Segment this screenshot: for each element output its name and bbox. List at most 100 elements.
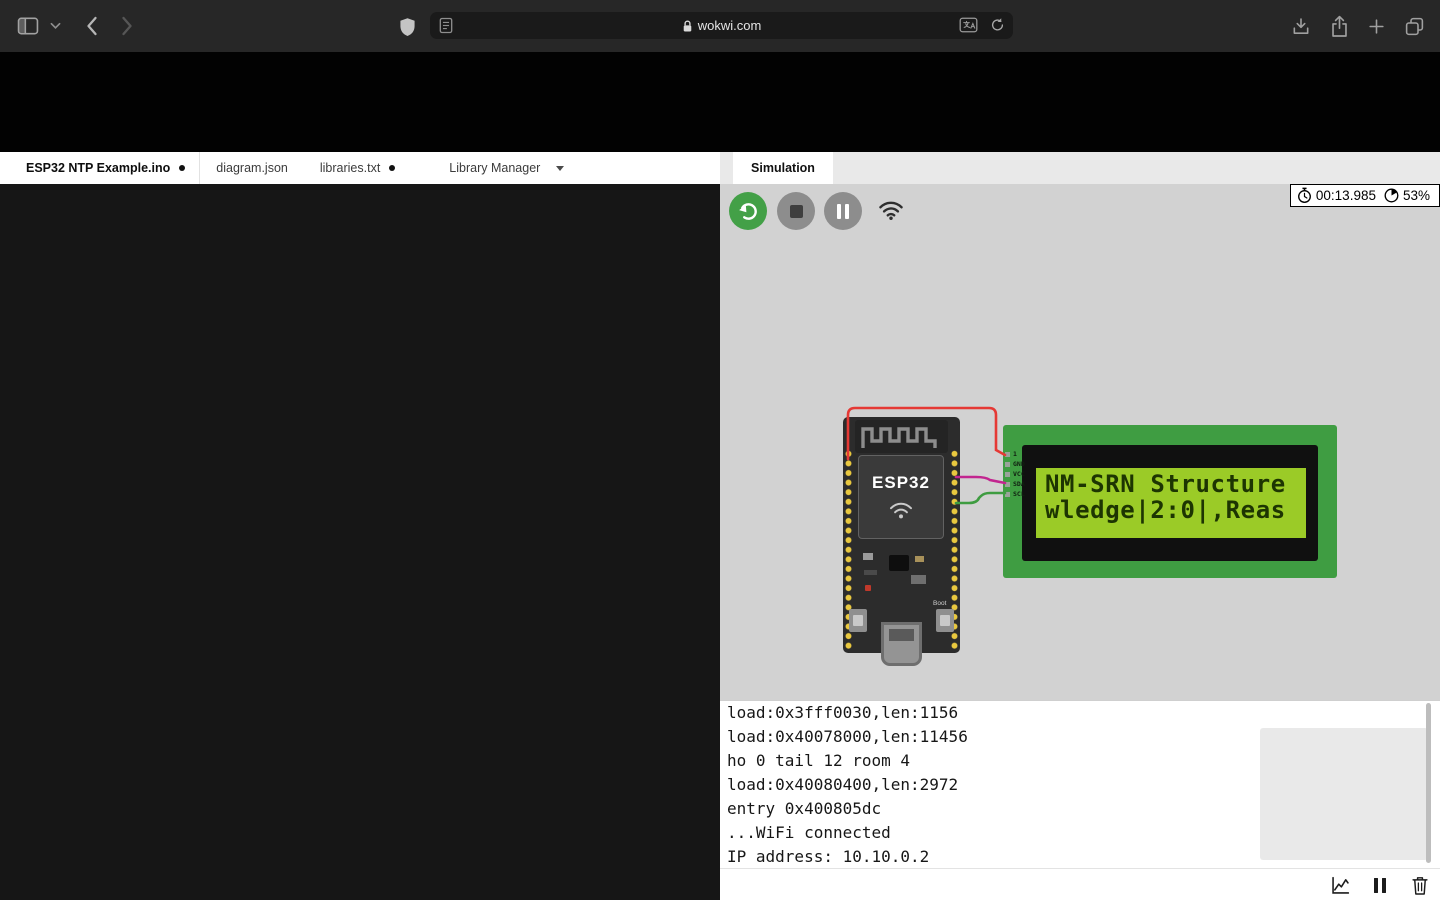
lcd1602-display[interactable]: NM-SRN Structure wledge|2:0|,Reas 1 GND … — [1003, 425, 1337, 578]
scrollbar-track-overlay — [1260, 728, 1428, 860]
tab-simulation[interactable]: Simulation — [733, 152, 833, 184]
lcd-pin-1[interactable]: 1 — [1005, 449, 1017, 459]
lcd-pin-sda[interactable]: SDA — [1005, 479, 1025, 489]
flash-chip — [889, 555, 909, 571]
forward-chevron-icon — [119, 15, 135, 37]
regulator-chip — [911, 575, 926, 584]
cpu-speed: 53% — [1403, 188, 1430, 203]
lcd-line-2: wledge|2:0|,Reas — [1036, 497, 1306, 523]
esp32-label: ESP32 — [859, 473, 943, 493]
pin-label: SCL — [1013, 490, 1025, 498]
pin-label: GND — [1013, 460, 1025, 468]
stop-simulation-button[interactable] — [777, 192, 815, 230]
tab-label: Library Manager — [449, 161, 540, 175]
simulation-stats: 00:13.985 53% — [1290, 184, 1440, 207]
url-text: wokwi.com — [698, 18, 762, 33]
button-cap — [853, 615, 863, 626]
elapsed-time: 00:13.985 — [1316, 188, 1376, 203]
stop-icon — [790, 205, 803, 218]
pin-pad — [1005, 462, 1010, 467]
tab-label: diagram.json — [216, 161, 288, 175]
simulation-pane: 00:13.985 53% ESP32 — [720, 184, 1440, 900]
downloads-button[interactable] — [1288, 14, 1314, 38]
restart-icon — [737, 200, 760, 223]
boot-button[interactable] — [936, 609, 954, 632]
modified-dot-icon — [389, 165, 395, 171]
esp32-antenna — [855, 420, 948, 453]
serial-line: load:0x3fff0030,len:1156 — [720, 701, 1440, 725]
wifi-status-indicator — [877, 197, 905, 223]
new-tab-button[interactable] — [1363, 14, 1389, 38]
tabs-icon — [1404, 16, 1425, 37]
screen: wokwi.com — [0, 0, 1440, 900]
simulation-tabbar: Simulation — [720, 152, 1440, 184]
tab-library-manager[interactable]: Library Manager — [433, 152, 580, 184]
serial-clear-button[interactable] — [1406, 871, 1434, 899]
trash-icon — [1410, 875, 1430, 896]
page-header-area — [0, 52, 1440, 152]
capacitor — [863, 553, 873, 560]
reload-icon — [990, 17, 1005, 33]
modified-dot-icon — [179, 165, 185, 171]
forward-button[interactable] — [115, 13, 139, 39]
wire-sda-magenta[interactable] — [956, 477, 1005, 483]
reload-button[interactable] — [990, 17, 1005, 33]
wifi-icon — [878, 199, 904, 221]
browser-toolbar: wokwi.com — [0, 0, 1440, 52]
capacitor — [915, 556, 924, 562]
tab-sketch-file[interactable]: ESP32 NTP Example.ino — [0, 152, 200, 184]
restart-simulation-button[interactable] — [729, 192, 767, 230]
chevron-down-icon — [50, 22, 61, 30]
sidebar-icon — [17, 17, 39, 35]
privacy-report-button[interactable] — [396, 15, 418, 39]
back-button[interactable] — [80, 13, 104, 39]
tab-overview-button[interactable] — [1400, 14, 1428, 38]
pin-label: 1 — [1013, 450, 1017, 458]
button-cap — [940, 615, 950, 626]
share-icon — [1330, 15, 1349, 38]
tab-label: libraries.txt — [320, 161, 380, 175]
pin-pad — [1005, 482, 1010, 487]
esp32-board[interactable]: ESP32 Boot — [843, 417, 960, 653]
boot-button-label: Boot — [933, 600, 946, 607]
serial-pause-button[interactable] — [1366, 871, 1394, 899]
wire-scl-green[interactable] — [956, 493, 1005, 503]
lcd-pin-scl[interactable]: SCL — [1005, 489, 1025, 499]
power-led — [865, 585, 871, 591]
antenna-pattern-icon — [855, 420, 948, 453]
code-editor-pane[interactable] — [0, 184, 720, 900]
chevron-down-icon — [556, 166, 564, 171]
serial-plotter-button[interactable] — [1326, 871, 1354, 899]
esp32-shield: ESP32 — [858, 455, 944, 539]
lcd-line-1: NM-SRN Structure — [1036, 468, 1306, 497]
reader-view-button[interactable] — [439, 17, 453, 34]
stopwatch-icon — [1296, 187, 1313, 204]
pause-simulation-button[interactable] — [824, 192, 862, 230]
plotter-chart-icon — [1330, 875, 1351, 896]
lcd-pin-gnd[interactable]: GND — [1005, 459, 1025, 469]
lcd-pin-vcc[interactable]: VCC — [1005, 469, 1025, 479]
address-bar[interactable]: wokwi.com — [430, 12, 1013, 39]
reader-icon — [439, 17, 453, 34]
serial-scrollbar[interactable] — [1426, 703, 1431, 863]
back-chevron-icon — [84, 15, 100, 37]
share-button[interactable] — [1326, 13, 1352, 39]
translate-button[interactable] — [959, 17, 978, 33]
en-button[interactable] — [849, 609, 867, 632]
speed-gauge-icon — [1383, 187, 1400, 204]
sidebar-menu-chevron[interactable] — [48, 21, 62, 31]
tab-libraries-txt[interactable]: libraries.txt — [304, 152, 411, 184]
pin-pad — [1005, 492, 1010, 497]
sidebar-toggle-button[interactable] — [16, 16, 40, 36]
editor-tabbar: ESP32 NTP Example.ino diagram.json libra… — [0, 152, 720, 184]
tab-label: Simulation — [751, 161, 815, 175]
pin-pad — [1005, 452, 1010, 457]
tab-diagram-json[interactable]: diagram.json — [200, 152, 304, 184]
lcd-screen: NM-SRN Structure wledge|2:0|,Reas — [1036, 468, 1306, 538]
translate-icon — [959, 17, 978, 33]
usb-port — [889, 629, 914, 641]
pin-label: VCC — [1013, 470, 1025, 478]
download-icon — [1291, 16, 1311, 37]
shield-icon — [399, 17, 416, 37]
lock-icon — [682, 19, 693, 33]
